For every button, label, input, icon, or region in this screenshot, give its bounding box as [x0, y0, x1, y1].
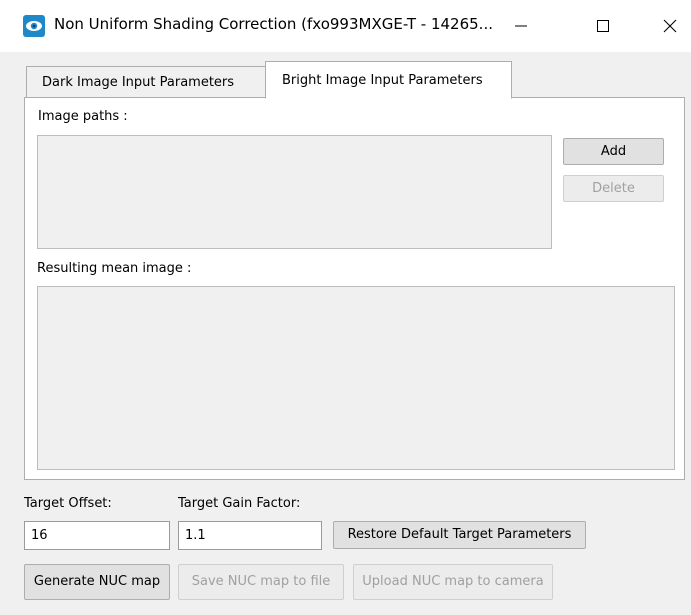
generate-nuc-map-label: Generate NUC map	[33, 574, 161, 589]
save-nuc-map-label: Save NUC map to file	[191, 574, 331, 589]
target-gain-input[interactable]: 1.1	[178, 521, 322, 550]
maximize-button[interactable]	[583, 6, 623, 46]
mean-image-label: Resulting mean image :	[37, 261, 192, 276]
close-button[interactable]	[650, 6, 690, 46]
close-icon	[663, 19, 677, 33]
delete-button[interactable]: Delete	[563, 175, 664, 202]
upload-nuc-map-button[interactable]: Upload NUC map to camera	[353, 564, 553, 600]
mean-image-view[interactable]	[37, 286, 675, 470]
app-eye-icon	[23, 15, 45, 37]
tab-bright-image-input[interactable]: Bright Image Input Parameters	[265, 61, 512, 99]
restore-defaults-button[interactable]: Restore Default Target Parameters	[333, 521, 586, 549]
tab-label: Bright Image Input Parameters	[282, 73, 483, 88]
maximize-icon	[596, 19, 610, 33]
restore-defaults-label: Restore Default Target Parameters	[347, 527, 572, 542]
image-paths-list[interactable]	[37, 135, 552, 249]
tab-panel: Image paths : Add Delete Resulting mean …	[24, 97, 685, 480]
delete-button-label: Delete	[592, 181, 635, 196]
target-gain-label: Target Gain Factor:	[178, 496, 301, 511]
add-button-label: Add	[600, 144, 627, 159]
target-offset-value: 16	[31, 528, 48, 543]
target-gain-value: 1.1	[185, 528, 206, 543]
title-bar[interactable]: Non Uniform Shading Correction (fxo993MX…	[0, 0, 691, 52]
target-offset-label: Target Offset:	[24, 496, 112, 511]
window-title: Non Uniform Shading Correction (fxo993MX…	[54, 15, 493, 33]
minimize-icon	[514, 19, 528, 33]
minimize-button[interactable]	[501, 6, 541, 46]
tab-label: Dark Image Input Parameters	[42, 75, 235, 90]
target-offset-input[interactable]: 16	[24, 521, 170, 550]
add-button[interactable]: Add	[563, 138, 664, 165]
generate-nuc-map-button[interactable]: Generate NUC map	[24, 564, 170, 600]
tab-dark-image-input[interactable]: Dark Image Input Parameters	[26, 66, 266, 97]
save-nuc-map-button[interactable]: Save NUC map to file	[178, 564, 344, 600]
upload-nuc-map-label: Upload NUC map to camera	[362, 574, 544, 589]
image-paths-label: Image paths :	[38, 109, 128, 124]
